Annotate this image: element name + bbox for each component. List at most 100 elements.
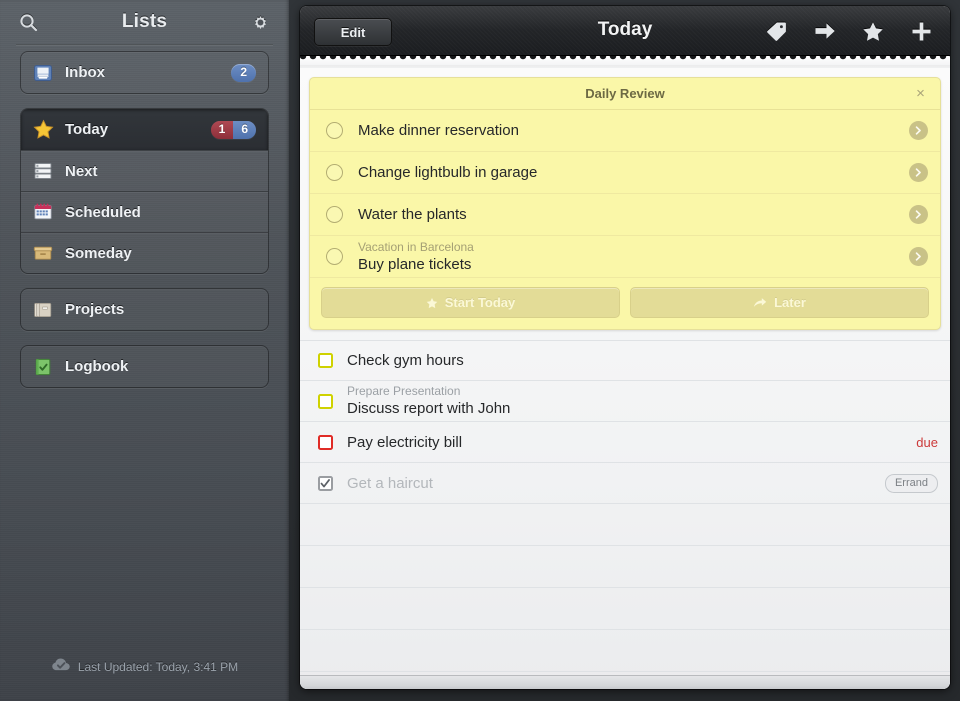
arrow-right-icon[interactable] (810, 16, 840, 46)
arrow-forward-icon (753, 297, 767, 309)
sidebar-item-next[interactable]: Next (21, 150, 268, 191)
sidebar-item-logbook[interactable]: Logbook (21, 346, 268, 387)
task-row[interactable]: Get a haircut Errand (300, 463, 950, 504)
task-title: Check gym hours (347, 352, 464, 369)
badge-split: 1 6 (210, 120, 256, 139)
tag-badge: Errand (884, 473, 938, 493)
main-panel: Edit Today Daily Review × Make dinner re… (300, 6, 950, 689)
daily-review-title: Daily Review (585, 86, 665, 101)
app-window: Lists Inbox 2 Today 1 6 Next Scheduled S… (0, 0, 960, 701)
sidebar-item-label: Projects (65, 301, 125, 318)
checkbox[interactable] (318, 353, 333, 368)
star-icon[interactable] (858, 16, 888, 46)
stack-list-icon (32, 160, 54, 182)
folders-icon (32, 299, 54, 321)
daily-review-card: Daily Review × Make dinner reservation C… (309, 77, 941, 330)
star-icon (426, 297, 438, 309)
review-item[interactable]: Make dinner reservation (310, 110, 940, 152)
sidebar-item-label: Next (65, 162, 98, 180)
badge-count: 2 (231, 63, 256, 82)
review-item[interactable]: Water the plants (310, 194, 940, 236)
main-toolbar: Edit Today (300, 6, 950, 56)
sidebar-group-projects: Projects (20, 288, 269, 331)
start-today-label: Start Today (444, 295, 516, 310)
review-item-text: Vacation in Barcelona Buy plane tickets (358, 240, 909, 274)
sidebar-item-label: Inbox (65, 64, 105, 81)
perforated-tear-edge (300, 56, 950, 68)
task-title: Pay electricity bill (347, 433, 463, 451)
cloud-check-icon (51, 657, 71, 677)
sidebar-item-projects[interactable]: Projects (21, 289, 268, 330)
task-row[interactable]: Check gym hours (300, 340, 950, 381)
sidebar-item-label: Someday (65, 244, 132, 262)
task-text: Get a haircut (347, 474, 875, 493)
last-updated-text: Last Updated: Today, 3:41 PM (77, 660, 239, 674)
circle-checkbox[interactable] (326, 164, 343, 181)
sidebar-item-scheduled[interactable]: Scheduled (21, 191, 268, 232)
close-icon[interactable]: × (912, 85, 929, 102)
box-icon (32, 242, 54, 264)
chevron-right-icon[interactable] (909, 247, 928, 266)
sidebar-item-label: Today (65, 121, 109, 138)
sidebar-footer: Last Updated: Today, 3:41 PM (0, 657, 289, 677)
task-text: Check gym hours (347, 351, 938, 370)
task-project: Prepare Presentation (347, 384, 461, 398)
circle-checkbox[interactable] (326, 122, 343, 139)
sidebar-item-label: Logbook (65, 358, 129, 375)
inbox-tray-icon (32, 62, 54, 84)
checkbox[interactable] (318, 393, 333, 409)
start-today-button[interactable]: Start Today (321, 287, 620, 318)
panel-body: Daily Review × Make dinner reservation C… (300, 68, 950, 689)
empty-row (300, 588, 950, 630)
task-row[interactable]: Prepare Presentation Discuss report with… (300, 381, 950, 422)
sidebar-group-inbox: Inbox 2 (20, 51, 269, 94)
chevron-right-icon[interactable] (909, 163, 928, 182)
circle-checkbox[interactable] (326, 206, 343, 223)
sidebar-group-logbook: Logbook (20, 345, 269, 388)
green-book-check-icon (32, 356, 54, 378)
gear-icon[interactable] (245, 7, 275, 37)
review-item-title: Change lightbulb in garage (358, 164, 538, 181)
plus-icon[interactable] (906, 16, 936, 46)
sidebar-item-today[interactable]: Today 1 6 (21, 109, 268, 150)
task-text: Pay electricity bill (347, 433, 906, 452)
checkbox[interactable] (318, 475, 333, 491)
empty-row (300, 504, 950, 546)
tag-icon[interactable] (762, 16, 792, 46)
review-item-text: Make dinner reservation (358, 121, 909, 140)
sidebar: Lists Inbox 2 Today 1 6 Next Scheduled S… (0, 0, 289, 701)
review-item-title: Water the plants (358, 206, 467, 223)
calendar-icon (32, 201, 54, 223)
daily-review-actions: Start Today Later (310, 278, 940, 329)
sidebar-divider (16, 44, 273, 46)
later-button[interactable]: Later (630, 287, 929, 318)
daily-review-header: Daily Review × (310, 78, 940, 110)
review-item-text: Change lightbulb in garage (358, 163, 909, 182)
review-item-text: Water the plants (358, 205, 909, 224)
empty-row (300, 630, 950, 672)
task-list: Check gym hours Prepare Presentation Dis… (300, 340, 950, 689)
task-title: Discuss report with John (347, 400, 511, 417)
sidebar-header: Lists (0, 0, 289, 44)
review-item-title: Buy plane tickets (358, 255, 472, 273)
sidebar-item-label: Scheduled (65, 203, 141, 221)
panel-bottom-edge (300, 675, 950, 689)
review-item[interactable]: Vacation in Barcelona Buy plane tickets (310, 236, 940, 278)
badge-count-red: 1 (210, 120, 234, 139)
task-text: Prepare Presentation Discuss report with… (347, 384, 938, 418)
review-item[interactable]: Change lightbulb in garage (310, 152, 940, 194)
checkbox[interactable] (318, 434, 333, 450)
chevron-right-icon[interactable] (909, 121, 928, 140)
chevron-right-icon[interactable] (909, 205, 928, 224)
due-badge: due (916, 434, 938, 450)
task-row[interactable]: Pay electricity bill due (300, 422, 950, 463)
circle-checkbox[interactable] (326, 248, 343, 265)
star-icon (32, 119, 54, 141)
later-label: Later (774, 295, 806, 310)
empty-row (300, 546, 950, 588)
sidebar-group-lists: Today 1 6 Next Scheduled Someday (20, 108, 269, 274)
review-item-project: Vacation in Barcelona (358, 239, 474, 254)
sidebar-item-inbox[interactable]: Inbox 2 (21, 52, 268, 93)
sidebar-item-someday[interactable]: Someday (21, 232, 268, 273)
toolbar-actions (762, 16, 936, 46)
